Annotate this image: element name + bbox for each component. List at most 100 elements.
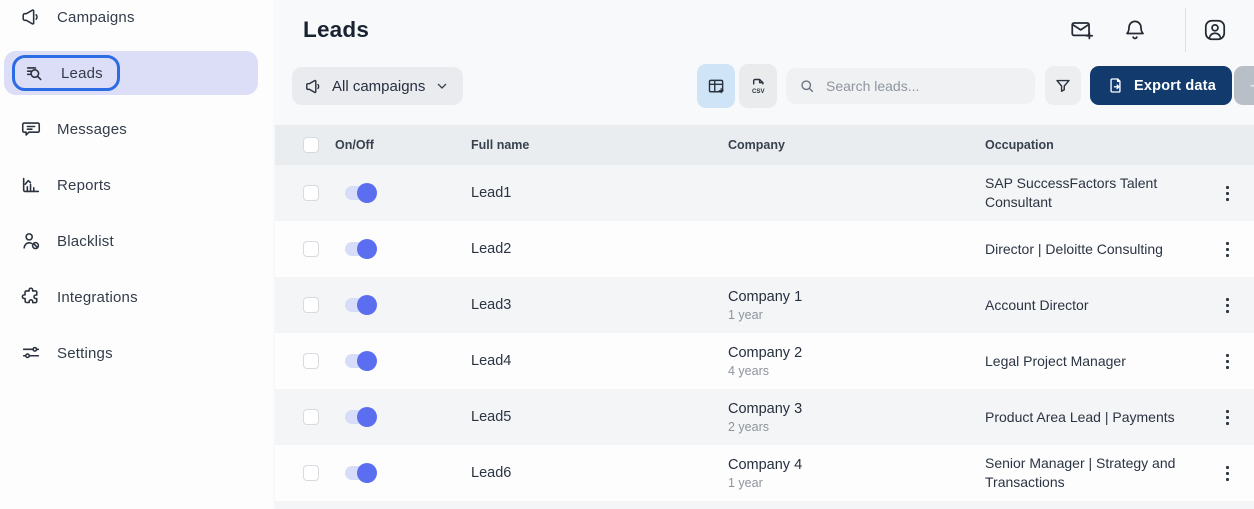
csv-view-button[interactable]: CSV [739,64,777,108]
next-row-partial [275,501,1254,509]
chevron-down-icon [438,83,447,89]
table-row: Lead1 SAP SuccessFactors Talent Consulta… [275,165,1254,221]
row-checkbox[interactable] [303,409,319,425]
table-row: Lead3 Company 11 year Account Director [275,277,1254,333]
funnel-icon [1056,79,1070,92]
row-menu-button[interactable] [1222,294,1233,317]
sidebar-item-label: Leads [61,64,103,82]
row-checkbox[interactable] [303,353,319,369]
onoff-toggle[interactable] [345,351,377,371]
user-avatar-icon [1204,19,1226,41]
toggle-knob [357,239,377,259]
occupation-cell: Director | Deloitte Consulting [985,240,1163,257]
company-cell: Company 24 years [728,344,803,378]
toggle-knob [357,183,377,203]
row-checkbox[interactable] [303,241,319,257]
sliders-icon [22,346,40,359]
sidebar-item-label: Campaigns [57,8,135,26]
row-menu-button[interactable] [1222,350,1233,373]
row-menu-button[interactable] [1222,182,1233,205]
table-columns-settings-button[interactable] [697,64,735,108]
plus-icon: + [1250,73,1254,99]
view-toggle-group: CSV [697,64,777,108]
full-name-cell: Lead3 [471,297,512,313]
column-header-occupation: Occupation [985,138,1054,152]
toggle-knob [357,407,377,427]
export-data-button[interactable]: Export data [1090,66,1232,105]
mail-plus-icon [1071,22,1094,40]
search-box [786,68,1035,104]
occupation-cell: Product Area Lead | Payments [985,408,1175,425]
sidebar-item-leads[interactable]: Leads [4,51,258,95]
onoff-toggle[interactable] [345,407,377,427]
row-menu-button[interactable] [1222,406,1233,429]
sidebar-item-label: Integrations [57,288,138,306]
row-checkbox[interactable] [303,297,319,313]
toggle-knob [357,351,377,371]
occupation-cell: Account Director [985,296,1089,313]
table-settings-icon [708,79,724,93]
company-cell [728,192,985,195]
megaphone-icon [22,9,38,25]
sidebar-item-campaigns[interactable]: Campaigns [4,0,258,39]
sidebar-item-reports[interactable]: Reports [4,163,258,207]
sidebar: Campaigns Leads Messages Reports Blackli… [0,0,273,509]
svg-text:CSV: CSV [752,88,765,95]
full-name-cell: Lead5 [471,409,512,425]
row-menu-button[interactable] [1222,238,1233,261]
full-name-cell: Lead1 [471,185,512,201]
app-root: Campaigns Leads Messages Reports Blackli… [0,0,1254,509]
campaign-filter-label: All campaigns [332,77,426,95]
sidebar-item-label: Reports [57,176,111,194]
sidebar-nav: Campaigns Leads Messages Reports Blackli… [4,0,258,375]
topbar-divider [1185,8,1186,52]
occupation-cell: Senior Manager | Strategy and Transactio… [985,455,1176,490]
onoff-toggle[interactable] [345,239,377,259]
new-message-button[interactable] [1068,16,1096,44]
column-header-fullname: Full name [471,138,530,152]
toggle-knob [357,463,377,483]
occupation-cell: Legal Project Manager [985,352,1126,369]
account-button[interactable] [1201,16,1229,44]
sidebar-item-messages[interactable]: Messages [4,107,258,151]
company-cell: Company 41 year [728,456,803,490]
add-lead-button[interactable]: + [1234,66,1254,105]
selection-ring: Leads [12,55,120,91]
column-header-company: Company [728,138,785,152]
table-row: Lead6 Company 41 year Senior Manager | S… [275,445,1254,501]
sidebar-item-label: Settings [57,344,113,362]
row-checkbox[interactable] [303,465,319,481]
onoff-toggle[interactable] [345,463,377,483]
file-export-icon [1110,78,1121,93]
full-name-cell: Lead4 [471,353,512,369]
page-title: Leads [303,17,370,42]
search-icon [801,80,814,93]
toggle-knob [357,295,377,315]
csv-file-icon: CSV [752,78,765,95]
campaign-filter-dropdown[interactable]: All campaigns [292,67,464,105]
full-name-cell: Lead2 [471,241,512,257]
table-row: Lead4 Company 24 years Legal Project Man… [275,333,1254,389]
row-checkbox[interactable] [303,185,319,201]
filter-button[interactable] [1045,66,1081,105]
sidebar-item-settings[interactable]: Settings [4,331,258,375]
sidebar-item-label: Blacklist [57,232,114,250]
leads-search-icon [26,67,42,81]
row-menu-button[interactable] [1222,462,1233,485]
column-header-onoff: On/Off [335,138,374,152]
sidebar-item-label: Messages [57,120,127,138]
table-row: Lead5 Company 32 years Product Area Lead… [275,389,1254,445]
select-all-checkbox[interactable] [303,137,319,153]
search-input[interactable] [826,78,1023,94]
company-cell [728,248,985,251]
chart-icon [22,177,40,193]
table-row: Lead2 Director | Deloitte Consulting [275,221,1254,277]
export-data-label: Export data [1134,77,1216,94]
sidebar-item-blacklist[interactable]: Blacklist [4,219,258,263]
notifications-button[interactable] [1121,16,1149,44]
sidebar-item-integrations[interactable]: Integrations [4,275,258,319]
onoff-toggle[interactable] [345,183,377,203]
leads-table: On/Off Full name Company Occupation Lead… [275,125,1254,509]
onoff-toggle[interactable] [345,295,377,315]
full-name-cell: Lead6 [471,465,512,481]
